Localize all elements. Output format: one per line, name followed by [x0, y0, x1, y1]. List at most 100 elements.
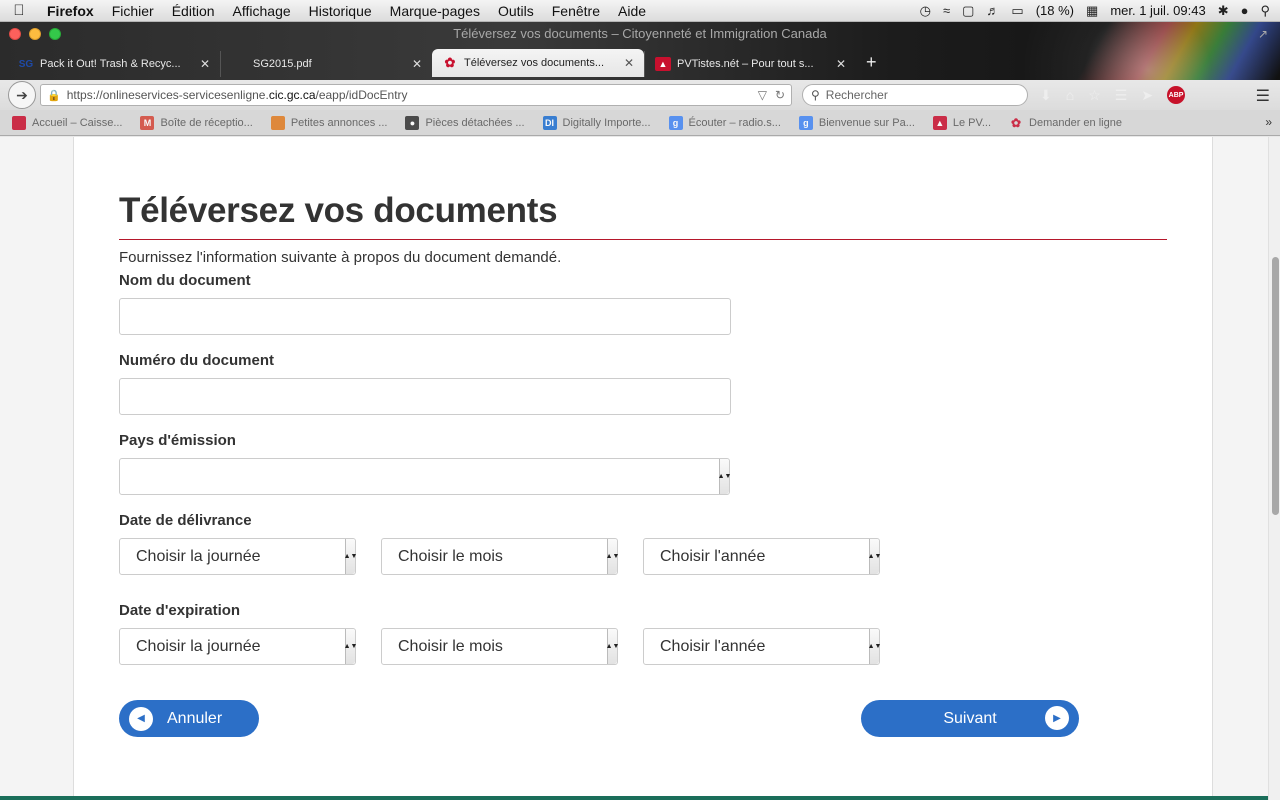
tab-close-icon[interactable]: ✕	[200, 57, 210, 71]
page-viewport: Téléversez vos documents Fournissez l'in…	[0, 137, 1280, 800]
adblock-icon[interactable]: ABP	[1167, 86, 1186, 104]
url-bar[interactable]: 🔒 https://onlineservices-servicesenligne…	[40, 84, 792, 106]
tab-close-icon[interactable]: ✕	[412, 57, 422, 71]
bookmark-item[interactable]: g Écouter – radio.s...	[668, 115, 781, 130]
dropdown-arrow-icon: ▲▼	[868, 629, 881, 664]
cancel-button[interactable]: ◀ Annuler	[119, 700, 259, 737]
issue-month-select[interactable]: Choisir le mois ▲▼	[381, 538, 619, 575]
tab-strip: SG Pack it Out! Trash & Recyc... ✕ SG201…	[8, 47, 887, 77]
tab-pack-it-out[interactable]: SG Pack it Out! Trash & Recyc... ✕	[8, 51, 220, 77]
sg-favicon-icon: SG	[18, 58, 34, 70]
bookmark-favicon-icon	[270, 115, 285, 130]
menu-outils[interactable]: Outils	[489, 3, 543, 19]
back-arrow-icon: ➔	[16, 86, 28, 103]
menu-clock[interactable]: mer. 1 juil. 09:43	[1110, 3, 1205, 18]
back-button[interactable]: ➔	[8, 81, 36, 109]
expiry-day-select[interactable]: Choisir la journée ▲▼	[119, 628, 357, 665]
volume-icon[interactable]: ♬	[986, 3, 999, 18]
time-machine-icon[interactable]: ◷	[920, 3, 931, 19]
google-icon: g	[798, 115, 813, 130]
tab-pvtistes[interactable]: ▲ PVTistes.nét – Pour tout s... ✕	[644, 51, 856, 77]
form-panel: Téléversez vos documents Fournissez l'in…	[73, 137, 1213, 800]
window-title: Téléversez vos documents – Citoyenneté e…	[453, 26, 827, 41]
calendar-icon[interactable]: ▦	[1086, 3, 1098, 19]
apple-icon[interactable]: 	[0, 2, 38, 19]
footer-strip	[0, 796, 1280, 800]
doc-number-input[interactable]	[119, 378, 731, 415]
doc-number-label: Numéro du document	[119, 352, 275, 369]
download-icon[interactable]: ⬇	[1040, 87, 1052, 104]
country-label: Pays d'émission	[119, 432, 236, 449]
menu-firefox[interactable]: Firefox	[38, 3, 103, 19]
issue-year-select[interactable]: Choisir l'année ▲▼	[643, 538, 881, 575]
search-input[interactable]: ⚲ Rechercher	[802, 84, 1028, 106]
dropdown-arrow-icon: ▲▼	[868, 539, 881, 574]
url-text[interactable]: https://onlineservices-servicesenligne.c…	[67, 88, 750, 102]
nav-toolbar: ➔ 🔒 https://onlineservices-servicesenlig…	[0, 80, 1280, 110]
home-icon[interactable]: ⌂	[1066, 87, 1074, 103]
bookmark-item[interactable]: ● Pièces détachées ...	[405, 115, 525, 130]
tab-close-icon[interactable]: ✕	[836, 57, 846, 71]
dropdown-arrow-icon: ▲▼	[344, 629, 357, 664]
bluetooth-icon[interactable]: ✱	[1218, 3, 1229, 19]
hamburger-menu-icon[interactable]: ☰	[1256, 86, 1270, 106]
menu-historique[interactable]: Historique	[300, 3, 381, 19]
arrow-right-icon: ▶	[1045, 706, 1069, 730]
country-select[interactable]: ▲▼	[119, 458, 731, 495]
user-icon[interactable]: ●	[1241, 3, 1249, 18]
google-icon: g	[668, 115, 683, 130]
page-scrollbar[interactable]	[1268, 137, 1280, 800]
issue-day-select[interactable]: Choisir la journée ▲▼	[119, 538, 357, 575]
spotlight-search-icon[interactable]: ⚲	[1260, 3, 1270, 19]
expiry-month-select[interactable]: Choisir le mois ▲▼	[381, 628, 619, 665]
dropdown-arrow-icon: ▲▼	[606, 629, 619, 664]
bookmarks-toolbar: Accueil – Caisse... M Boîte de réceptio..…	[0, 110, 1280, 136]
new-tab-button[interactable]: +	[856, 52, 887, 77]
dropdown-arrow-icon: ▲▼	[344, 539, 357, 574]
page-title: Téléversez vos documents	[119, 191, 558, 230]
reload-icon[interactable]: ↻	[775, 88, 785, 102]
display-icon[interactable]: ▢	[962, 3, 974, 19]
menu-edition[interactable]: Édition	[163, 3, 224, 19]
tab-sg2015-pdf[interactable]: SG2015.pdf ✕	[220, 51, 432, 77]
history-dropdown-icon[interactable]: ▽	[758, 88, 767, 102]
expiry-year-select[interactable]: Choisir l'année ▲▼	[643, 628, 881, 665]
arrow-left-icon: ◀	[129, 706, 153, 731]
more-bookmarks-icon[interactable]: »	[1265, 115, 1272, 129]
pvt-favicon-icon: ▲	[655, 57, 671, 71]
bookmark-item[interactable]: Accueil – Caisse...	[12, 115, 122, 130]
bookmark-favicon-icon: DI	[542, 115, 557, 130]
menu-marque-pages[interactable]: Marque-pages	[381, 3, 489, 19]
bookmark-favicon-icon	[12, 115, 26, 130]
search-placeholder: Rechercher	[825, 88, 888, 102]
bookmark-item[interactable]: DI Digitally Importe...	[542, 115, 651, 130]
bookmark-item[interactable]: g Bienvenue sur Pa...	[798, 115, 915, 130]
send-icon[interactable]: ➤	[1141, 87, 1153, 104]
bookmark-item[interactable]: ▲ Le PV...	[932, 115, 991, 130]
lock-icon[interactable]: 🔒	[47, 89, 61, 102]
menu-fichier[interactable]: Fichier	[103, 3, 163, 19]
bookmark-item[interactable]: Petites annonces ...	[270, 115, 387, 130]
intro-text: Fournissez l'information suivante à prop…	[119, 249, 562, 266]
battery-icon[interactable]: ▭	[1011, 3, 1023, 19]
bookmarks-list-icon[interactable]: ☰	[1115, 87, 1128, 104]
tab-televersez[interactable]: ✿ Téléversez vos documents... ✕	[432, 49, 644, 77]
browser-titlebar: Téléversez vos documents – Citoyenneté e…	[0, 22, 1280, 80]
blank-favicon-icon	[231, 57, 247, 71]
dropdown-arrow-icon: ▲▼	[718, 459, 731, 494]
bookmark-item[interactable]: ✿ Demander en ligne	[1009, 116, 1122, 130]
next-button[interactable]: Suivant ▶	[861, 700, 1079, 737]
doc-name-label: Nom du document	[119, 272, 251, 289]
doc-name-input[interactable]	[119, 298, 731, 335]
issue-date-label: Date de délivrance	[119, 512, 252, 529]
menu-affichage[interactable]: Affichage	[224, 3, 300, 19]
bookmark-star-icon[interactable]: ☆	[1088, 87, 1101, 104]
menu-aide[interactable]: Aide	[609, 3, 655, 19]
menu-fenetre[interactable]: Fenêtre	[543, 3, 609, 19]
tab-close-icon[interactable]: ✕	[624, 56, 634, 70]
fullscreen-icon[interactable]: ↗	[1258, 27, 1268, 41]
battery-percent[interactable]: (18 %)	[1036, 3, 1074, 18]
wifi-icon[interactable]: ≈	[943, 3, 950, 18]
bookmark-item[interactable]: M Boîte de réceptio...	[140, 115, 253, 130]
scrollbar-thumb[interactable]	[1272, 257, 1279, 515]
